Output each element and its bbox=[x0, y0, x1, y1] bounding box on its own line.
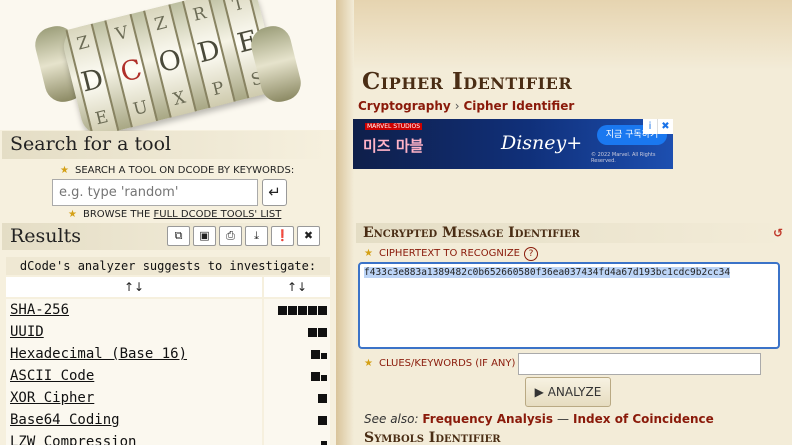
result-score-bar bbox=[264, 431, 330, 445]
page-title: Cipher Identifier bbox=[362, 68, 573, 95]
star-icon: ★ bbox=[364, 248, 373, 259]
result-row[interactable]: Hexadecimal (Base 16) bbox=[6, 343, 330, 365]
advertisement-banner[interactable]: MARVEL STUDIOS 미즈 마블 Disney+ 지금 구독하기 © 2… bbox=[353, 119, 673, 169]
star-icon: ★ bbox=[60, 165, 69, 176]
score-block bbox=[318, 415, 327, 425]
browse-tools-line: ★ BROWSE THE FULL DCODE TOOLS' LIST bbox=[68, 209, 282, 220]
sort-by-score-button[interactable]: ↑↓ bbox=[264, 277, 330, 297]
search-tool-label: ★ SEARCH A TOOL ON DCODE BY KEYWORDS: bbox=[60, 165, 295, 176]
main-content: Cipher Identifier Cryptography › Cipher Id… bbox=[336, 0, 792, 445]
breadcrumb: Cryptography › Cipher Identifier bbox=[358, 99, 574, 113]
screenshot-button[interactable]: ▣ bbox=[193, 226, 216, 246]
parchment-decoration bbox=[336, 0, 792, 70]
see-also-separator: — bbox=[557, 412, 570, 426]
score-block bbox=[308, 327, 317, 337]
analyze-button[interactable]: ▶ ANALYZE bbox=[525, 377, 611, 407]
sidebar: ZDE VCU ZOX RDP TES Search for a tool ★ S… bbox=[0, 0, 336, 445]
parchment-edge bbox=[336, 0, 354, 445]
star-icon: ★ bbox=[364, 358, 373, 369]
result-row[interactable]: UUID bbox=[6, 321, 330, 343]
ad-info-icon[interactable]: i bbox=[643, 119, 658, 134]
ciphertext-textarea[interactable]: f433c3e883a1389482c0b652660580f36ea03743… bbox=[358, 262, 780, 349]
tool-search-input[interactable] bbox=[52, 179, 258, 206]
search-submit-button[interactable]: ↵ bbox=[262, 179, 287, 206]
ad-logo: Disney+ bbox=[501, 132, 583, 154]
clues-label: ★ CLUES/KEYWORDS (IF ANY) bbox=[364, 358, 516, 369]
pin-icon: ❗ bbox=[275, 229, 290, 242]
result-score-bar bbox=[264, 321, 330, 343]
result-row[interactable]: XOR Cipher bbox=[6, 387, 330, 409]
score-block bbox=[318, 327, 327, 337]
score-block bbox=[278, 305, 287, 315]
close-icon: ✖ bbox=[303, 229, 314, 242]
results-list: SHA-256 UUID Hexadecimal (Base 16) ASCII Co… bbox=[6, 299, 330, 445]
score-block bbox=[318, 305, 327, 315]
enter-icon: ↵ bbox=[268, 183, 281, 201]
copy-results-button[interactable]: ⧉ bbox=[167, 226, 190, 246]
result-name-link[interactable]: Hexadecimal (Base 16) bbox=[6, 343, 262, 365]
dcode-logo[interactable]: ZDE VCU ZOX RDP TES bbox=[0, 0, 336, 139]
result-score-bar bbox=[264, 365, 330, 387]
reset-icon[interactable]: ↺ bbox=[773, 226, 783, 240]
result-row[interactable]: SHA-256 bbox=[6, 299, 330, 321]
result-score-bar bbox=[264, 409, 330, 431]
breadcrumb-separator: › bbox=[454, 99, 460, 113]
result-row[interactable]: ASCII Code bbox=[6, 365, 330, 387]
breadcrumb-cipher-identifier[interactable]: Cipher Identifier bbox=[464, 99, 575, 113]
download-button[interactable]: ⤓ bbox=[245, 226, 268, 246]
results-toolbar: ⧉ ▣ ⎙ ⤓ ❗ ✖ bbox=[167, 226, 320, 246]
see-also-line: See also: Frequency Analysis — Index of Co… bbox=[364, 412, 714, 426]
score-block bbox=[318, 393, 327, 403]
result-row[interactable]: LZW Compression bbox=[6, 431, 330, 445]
score-block-half bbox=[321, 374, 327, 381]
sort-by-name-button[interactable]: ↑↓ bbox=[6, 277, 262, 297]
index-of-coincidence-link[interactable]: Index of Coincidence bbox=[573, 412, 714, 426]
ad-studio-label: MARVEL STUDIOS bbox=[365, 123, 423, 130]
ciphertext-label: ★ CIPHERTEXT TO RECOGNIZE? bbox=[364, 247, 539, 261]
result-name-link[interactable]: SHA-256 bbox=[6, 299, 262, 321]
score-block bbox=[308, 305, 317, 315]
result-name-link[interactable]: XOR Cipher bbox=[6, 387, 262, 409]
full-tools-list-link[interactable]: FULL DCODE TOOLS' LIST bbox=[154, 209, 282, 220]
score-block-half bbox=[321, 440, 327, 445]
result-name-link[interactable]: ASCII Code bbox=[6, 365, 262, 387]
ad-fineprint: © 2022 Marvel. All Rights Reserved. bbox=[591, 152, 656, 164]
pin-button[interactable]: ❗ bbox=[271, 226, 294, 246]
clues-input[interactable] bbox=[518, 353, 761, 375]
copy-icon: ⧉ bbox=[174, 229, 183, 242]
results-sort-row: ↑↓ ↑↓ bbox=[6, 277, 330, 297]
star-icon: ★ bbox=[68, 209, 77, 220]
result-score-bar bbox=[264, 299, 330, 321]
close-results-button[interactable]: ✖ bbox=[297, 226, 320, 246]
score-block bbox=[288, 305, 297, 315]
result-score-bar bbox=[264, 387, 330, 409]
symbols-identifier-heading: Symbols Identifier bbox=[364, 430, 501, 445]
score-block bbox=[311, 371, 320, 381]
result-row[interactable]: Base64 Coding bbox=[6, 409, 330, 431]
score-block-half bbox=[321, 352, 327, 359]
breadcrumb-cryptography[interactable]: Cryptography bbox=[358, 99, 451, 113]
logo-cylinder: ZDE VCU ZOX RDP TES bbox=[59, 0, 281, 139]
frequency-analysis-link[interactable]: Frequency Analysis bbox=[422, 412, 553, 426]
result-name-link[interactable]: UUID bbox=[6, 321, 262, 343]
ciphertext-value: f433c3e883a1389482c0b652660580f36ea03743… bbox=[364, 267, 731, 278]
result-name-link[interactable]: Base64 Coding bbox=[6, 409, 262, 431]
ad-close-icon[interactable]: ✖ bbox=[658, 119, 673, 134]
result-score-bar bbox=[264, 343, 330, 365]
camera-icon: ▣ bbox=[199, 229, 210, 242]
score-block bbox=[311, 349, 320, 359]
ad-brand-text: 미즈 마블 bbox=[363, 137, 424, 155]
print-icon: ⎙ bbox=[226, 229, 235, 242]
download-icon: ⤓ bbox=[254, 229, 259, 242]
search-tool-heading: Search for a tool bbox=[2, 131, 330, 159]
result-name-link[interactable]: LZW Compression bbox=[6, 431, 262, 445]
help-icon[interactable]: ? bbox=[524, 247, 539, 261]
score-block bbox=[298, 305, 307, 315]
tool-section-heading: Encrypted Message Identifier bbox=[356, 223, 788, 243]
print-button[interactable]: ⎙ bbox=[219, 226, 242, 246]
analyzer-suggestion-text: dCode's analyzer suggests to investigate… bbox=[6, 257, 330, 275]
